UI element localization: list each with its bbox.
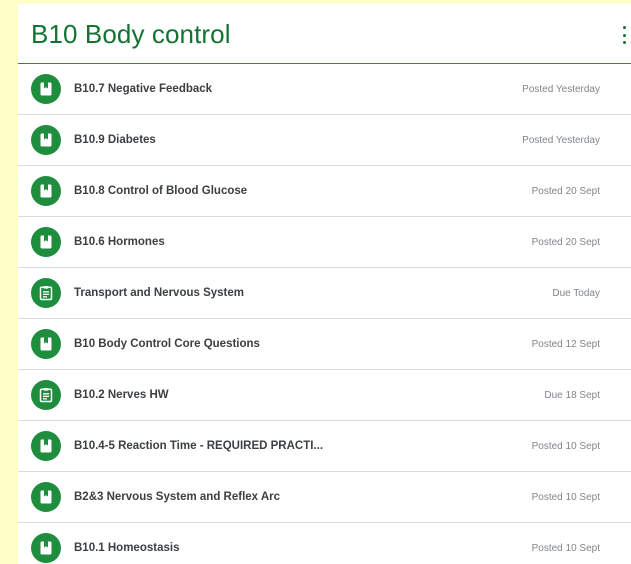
material-icon [31,125,61,155]
list-item[interactable]: B10.7 Negative Feedback Posted Yesterday [18,64,631,115]
item-title[interactable]: Transport and Nervous System [74,287,244,299]
list-item[interactable]: B2&3 Nervous System and Reflex Arc Posted… [18,472,631,523]
material-icon [31,227,61,257]
list-item[interactable]: B10.8 Control of Blood Glucose Posted 20 … [18,166,631,217]
list-item[interactable]: B10.4-5 Reaction Time - REQUIRED PRACTI.… [18,421,631,472]
material-icon [31,482,61,512]
list-item[interactable]: B10.2 Nerves HW Due 18 Sept [18,370,631,421]
item-status: Due Today [552,287,600,299]
list-item[interactable]: B10 Body Control Core Questions Posted 12… [18,319,631,370]
material-icon [31,74,61,104]
item-title[interactable]: B10.4-5 Reaction Time - REQUIRED PRACTI.… [74,440,323,452]
material-icon [31,533,61,563]
item-status: Posted 10 Sept [531,542,600,554]
more-options-icon[interactable] [621,26,627,44]
assignment-icon [31,380,61,410]
material-icon [31,431,61,461]
material-icon [31,329,61,359]
item-status: Posted 12 Sept [531,338,600,350]
item-title[interactable]: B10 Body Control Core Questions [74,338,260,350]
list-item[interactable]: B10.9 Diabetes Posted Yesterday [18,115,631,166]
item-status: Posted Yesterday [522,83,600,95]
material-icon [31,176,61,206]
classwork-list: B10.7 Negative Feedback Posted Yesterday B… [18,64,631,564]
item-status: Posted Yesterday [522,134,600,146]
item-status: Posted 10 Sept [531,491,600,503]
list-item[interactable]: B10.6 Hormones Posted 20 Sept [18,217,631,268]
item-title[interactable]: B10.8 Control of Blood Glucose [74,185,247,197]
item-title[interactable]: B10.1 Homeostasis [74,542,179,554]
topic-title: B10 Body control [31,19,231,49]
list-item[interactable]: Transport and Nervous System Due Today [18,268,631,319]
item-title[interactable]: B10.7 Negative Feedback [74,83,212,95]
topic-header: B10 Body control [18,4,631,64]
item-status: Posted 20 Sept [531,185,600,197]
item-status: Due 18 Sept [544,389,600,401]
item-title[interactable]: B2&3 Nervous System and Reflex Arc [74,491,280,503]
item-title[interactable]: B10.2 Nerves HW [74,389,169,401]
list-item[interactable]: B10.1 Homeostasis Posted 10 Sept [18,523,631,564]
topic-card: B10 Body control B10.7 Negative Feedback… [18,4,631,564]
item-status: Posted 10 Sept [531,440,600,452]
assignment-icon [31,278,61,308]
item-status: Posted 20 Sept [531,236,600,248]
item-title[interactable]: B10.6 Hormones [74,236,165,248]
item-title[interactable]: B10.9 Diabetes [74,134,156,146]
